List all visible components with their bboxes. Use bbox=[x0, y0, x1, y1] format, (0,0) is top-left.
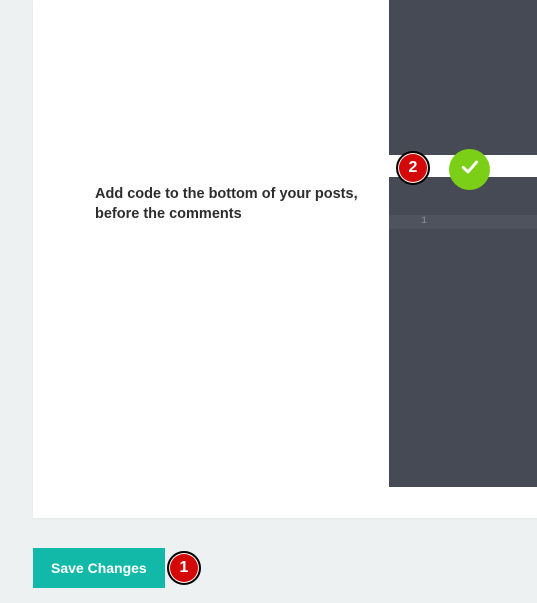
annotation-marker-2: 2 bbox=[396, 151, 430, 185]
code-editor-top[interactable] bbox=[389, 0, 537, 155]
code-editor-bottom[interactable]: 1 bbox=[389, 177, 537, 487]
check-icon bbox=[460, 157, 480, 182]
line-number: 1 bbox=[389, 215, 431, 229]
editor-active-line: 1 bbox=[389, 215, 537, 229]
bottom-code-label: Add code to the bottom of your posts, be… bbox=[95, 185, 395, 224]
save-changes-button[interactable]: Save Changes bbox=[33, 548, 165, 588]
annotation-marker-1: 1 bbox=[167, 551, 201, 585]
success-badge bbox=[449, 149, 490, 190]
settings-panel: 1 Add code to the bottom of your posts, … bbox=[33, 0, 537, 518]
